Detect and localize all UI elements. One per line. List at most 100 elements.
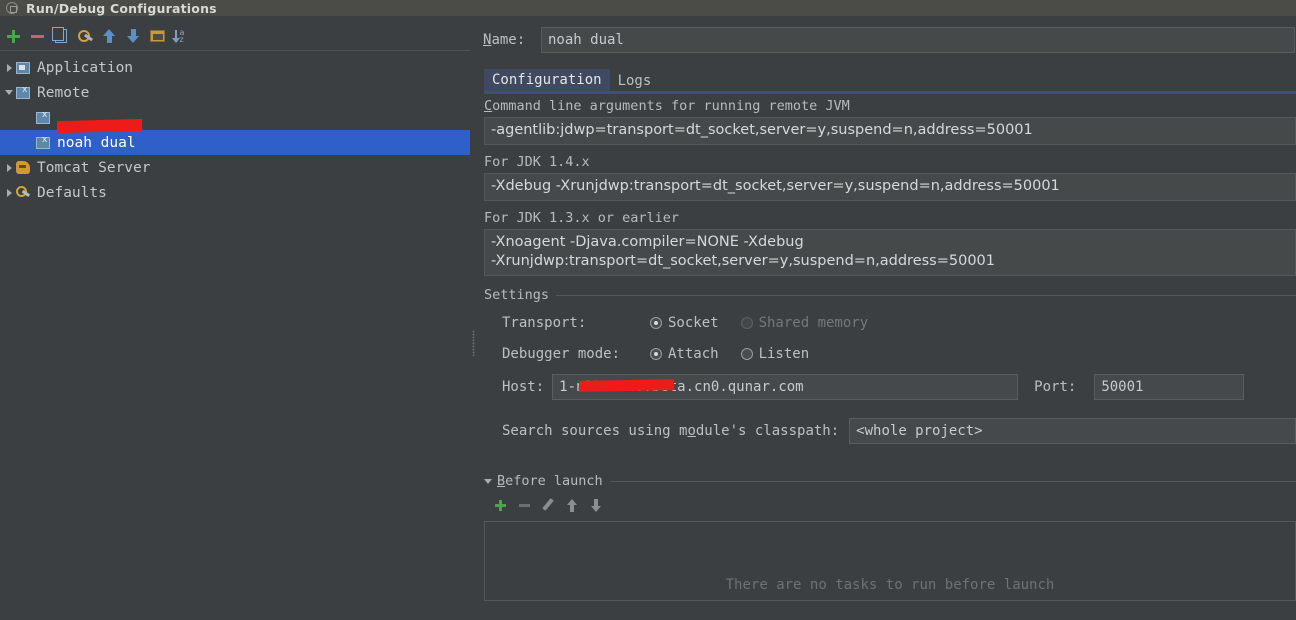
transport-shared-memory-radio[interactable]: Shared memory: [740, 315, 869, 331]
settings-body: Transport: Socket Shared memory Debugger…: [484, 303, 1296, 445]
title-bar: Run/Debug Configurations: [0, 0, 1296, 16]
transport-row: Transport: Socket Shared memory: [502, 311, 1296, 335]
name-input[interactable]: noah dual: [541, 27, 1295, 53]
transport-socket-label: Socket: [668, 315, 719, 331]
port-input[interactable]: 50001: [1094, 374, 1245, 400]
configurations-panel: az Application Remote: [0, 16, 472, 620]
before-launch-empty-text: There are no tasks to run before launch: [725, 577, 1055, 593]
tree-item-label: Tomcat Server: [37, 159, 151, 176]
cmdline-value[interactable]: -agentlib:jdwp=transport=dt_socket,serve…: [484, 117, 1296, 145]
minus-icon: [30, 34, 44, 38]
dialog-icon: [6, 2, 18, 14]
plus-icon: [6, 29, 20, 43]
expand-toggle-tomcat[interactable]: [2, 155, 16, 180]
splitter-grip[interactable]: [472, 330, 475, 356]
move-up-button[interactable]: [98, 25, 120, 47]
arrow-up-icon: [103, 29, 115, 43]
move-task-up-button[interactable]: [562, 495, 582, 515]
before-launch-section: Before launch There are no tasks to run …: [484, 473, 1296, 601]
debugger-mode-row: Debugger mode: Attach Listen: [502, 342, 1296, 366]
tree-item-application[interactable]: Application: [0, 55, 472, 80]
jdk13-value-line1: -Xnoagent -Djava.compiler=NONE -Xdebug: [491, 234, 804, 250]
jdk13-value-line2: -Xrunjdwp:transport=dt_socket,server=y,s…: [491, 253, 995, 269]
tree-item-defaults[interactable]: Defaults: [0, 180, 472, 205]
remove-task-button[interactable]: [514, 495, 534, 515]
folder-icon: [149, 30, 165, 42]
tab-logs[interactable]: Logs: [610, 69, 660, 93]
expand-toggle-remote[interactable]: [2, 80, 16, 105]
chevron-down-icon: [5, 90, 13, 95]
port-label: Port:: [1034, 379, 1077, 395]
settings-group-divider: [556, 294, 1296, 296]
window-title: Run/Debug Configurations: [26, 0, 217, 16]
tree-item-tomcat-server[interactable]: Tomcat Server: [0, 155, 472, 180]
edit-task-button[interactable]: [538, 495, 558, 515]
create-folder-button[interactable]: [146, 25, 168, 47]
radio-icon: [740, 348, 753, 360]
before-launch-task-list[interactable]: There are no tasks to run before launch: [484, 521, 1296, 601]
chevron-right-icon: [6, 63, 12, 72]
configuration-editor-panel: Name: noah dual Configuration Logs Comma…: [476, 16, 1296, 620]
search-sources-combo[interactable]: <whole project>: [849, 418, 1296, 444]
remote-icon: [36, 135, 53, 149]
remove-configuration-button[interactable]: [26, 25, 48, 47]
tree-item-label: Application: [37, 59, 134, 76]
debugger-mode-attach-radio[interactable]: Attach: [650, 346, 719, 362]
expand-toggle-defaults[interactable]: [2, 180, 16, 205]
tree-item-label: Defaults: [37, 184, 107, 201]
before-launch-title: Before launch: [497, 473, 603, 489]
radio-icon: [650, 348, 662, 360]
radio-icon: [740, 317, 753, 329]
tomcat-icon: [16, 161, 33, 174]
sort-az-icon: az: [172, 28, 189, 44]
add-configuration-button[interactable]: [2, 25, 24, 47]
name-row: Name: noah dual: [483, 26, 1295, 54]
before-launch-header[interactable]: Before launch: [484, 473, 1296, 489]
jdk13-label: For JDK 1.3.x or earlier: [484, 210, 680, 226]
jdk13-value[interactable]: -Xnoagent -Djava.compiler=NONE -Xdebug -…: [484, 229, 1296, 276]
arrow-up-icon: [566, 498, 578, 512]
search-sources-label: Search sources using module's classpath:: [502, 423, 840, 439]
plus-icon: [494, 499, 507, 512]
tree-item-remote[interactable]: Remote: [0, 80, 472, 105]
host-label: Host:: [502, 379, 545, 395]
debugger-mode-label: Debugger mode:: [502, 346, 621, 362]
copy-configuration-button[interactable]: [50, 25, 72, 47]
debugger-mode-listen-radio[interactable]: Listen: [740, 346, 809, 362]
wrench-icon: [77, 29, 93, 44]
transport-shared-memory-label: Shared memory: [758, 315, 869, 331]
redaction-overlay: [57, 118, 142, 133]
sort-configurations-button[interactable]: az: [170, 25, 192, 47]
tree-item-redacted-config[interactable]: [0, 105, 472, 133]
cmdline-block: Command line arguments for running remot…: [484, 98, 1296, 145]
tree-item-label: Remote: [37, 84, 90, 101]
tab-configuration[interactable]: Configuration: [484, 69, 610, 93]
move-down-button[interactable]: [122, 25, 144, 47]
tree-toolbar: az: [0, 24, 472, 48]
move-task-down-button[interactable]: [586, 495, 606, 515]
remote-icon: [36, 110, 53, 124]
transport-socket-radio[interactable]: Socket: [650, 315, 719, 331]
jdk14-block: For JDK 1.4.x -Xdebug -Xrunjdwp:transpor…: [484, 154, 1296, 201]
tree-item-noah-dual[interactable]: noah dual: [0, 130, 472, 155]
settings-group: Settings Transport: Socket Shared memory: [484, 285, 1296, 445]
transport-label: Transport:: [502, 315, 587, 331]
cmdline-label: Command line arguments for running remot…: [484, 98, 850, 114]
edit-defaults-button[interactable]: [74, 25, 96, 47]
configurations-tree: Application Remote noah dual Tomc: [0, 50, 472, 620]
settings-group-title: Settings: [484, 287, 550, 303]
host-input[interactable]: 1-n 21.auto.beta.cn0.qunar.com: [552, 374, 1019, 400]
jdk14-label: For JDK 1.4.x: [484, 154, 590, 170]
jdk14-value[interactable]: -Xdebug -Xrunjdwp:transport=dt_socket,se…: [484, 173, 1296, 201]
configuration-form: Command line arguments for running remot…: [484, 98, 1296, 620]
add-task-button[interactable]: [490, 495, 510, 515]
copy-icon: [52, 27, 67, 43]
radio-icon: [650, 317, 662, 329]
expand-toggle-application[interactable]: [2, 55, 16, 80]
settings-group-header: Settings: [484, 287, 1296, 303]
arrow-down-icon: [127, 29, 139, 43]
host-port-row: Host: 1-n 21.auto.beta.cn0.qunar.com Port…: [502, 373, 1296, 401]
debugger-mode-attach-label: Attach: [668, 346, 719, 362]
redaction-overlay: [579, 379, 675, 392]
tab-underline: [484, 91, 1296, 93]
